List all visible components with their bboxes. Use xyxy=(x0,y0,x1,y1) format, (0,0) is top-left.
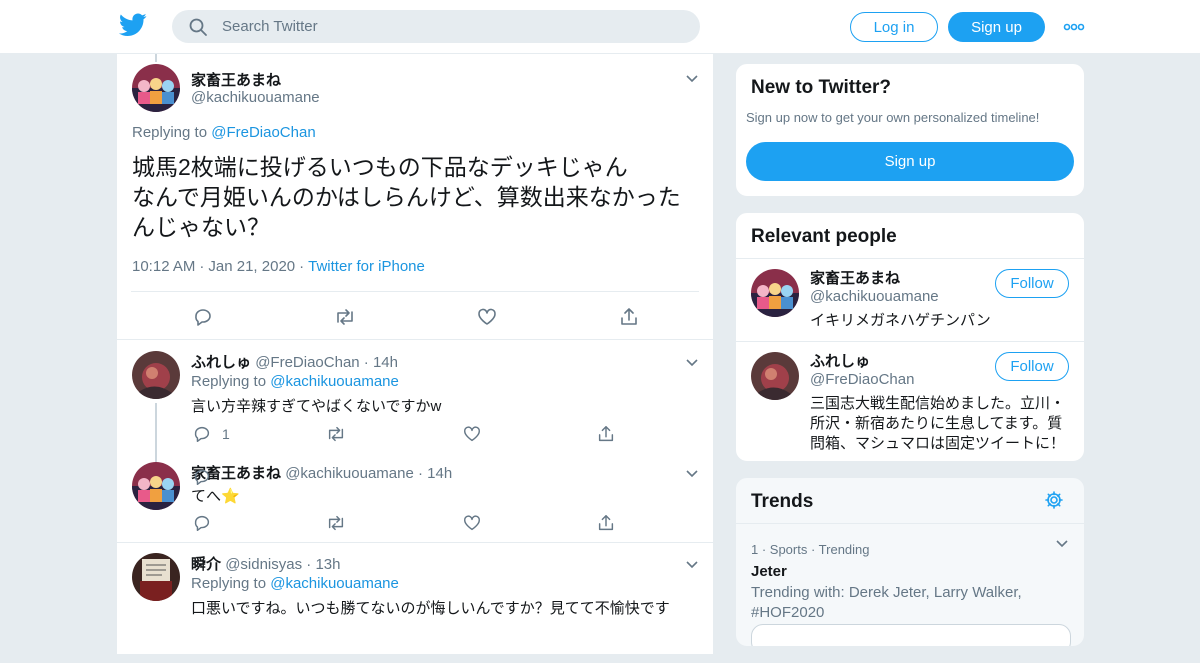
relevant-people-card: Relevant people 家畜王あまね @kachikuouamane イ… xyxy=(735,212,1085,462)
tweet-time[interactable]: 14h xyxy=(373,354,398,371)
chevron-down-icon[interactable] xyxy=(685,468,699,478)
chevron-down-icon[interactable] xyxy=(685,73,699,83)
chevron-down-icon[interactable] xyxy=(1055,538,1069,548)
tweet-time[interactable]: 14h xyxy=(427,465,452,482)
trends-title: Trends xyxy=(751,491,814,512)
gear-icon[interactable] xyxy=(1044,490,1064,510)
reply-icon[interactable] xyxy=(192,306,214,328)
trend-media-card[interactable] xyxy=(751,624,1071,646)
replying-to-link[interactable]: @FreDiaoChan xyxy=(211,124,315,141)
replying-prefix: Replying to xyxy=(191,373,271,390)
like-icon[interactable] xyxy=(462,424,482,444)
person-item[interactable]: ふれしゅ @FreDiaoChan 三国志大戦生配信始めました。立川・所沢・新宿… xyxy=(736,342,1084,461)
reply-author[interactable]: 瞬介 @sidnisyas · 13h xyxy=(191,553,340,574)
retweet-icon[interactable] xyxy=(333,306,357,328)
divider xyxy=(736,523,1084,524)
person-name[interactable]: ふれしゅ xyxy=(810,350,870,371)
tweet-date[interactable]: Jan 21, 2020 xyxy=(208,258,295,275)
tweet-time[interactable]: 13h xyxy=(315,556,340,573)
person-handle[interactable]: @kachikuouamane xyxy=(810,288,939,305)
author-name[interactable]: 家畜王あまね xyxy=(191,69,281,90)
person-bio: イキリメガネハゲチンパン xyxy=(810,312,991,329)
replying-to: Replying to @kachikuouamane xyxy=(191,373,399,390)
login-button[interactable]: Log in xyxy=(850,12,938,42)
avatar[interactable] xyxy=(751,352,799,400)
author-name[interactable]: 瞬介 xyxy=(191,556,221,573)
signup-button[interactable]: Sign up xyxy=(948,12,1045,42)
replying-to: Replying to @kachikuouamane xyxy=(191,575,399,592)
relevant-people-title: Relevant people xyxy=(751,226,897,247)
divider xyxy=(131,291,699,292)
like-icon[interactable] xyxy=(476,306,498,328)
signup-card: New to Twitter? Sign up now to get your … xyxy=(735,63,1085,197)
avatar[interactable] xyxy=(751,269,799,317)
chevron-down-icon[interactable] xyxy=(685,357,699,367)
trend-meta: 1 · Sports · Trending xyxy=(751,542,870,557)
tweet-text: 城馬2枚端に投げるいつもの下品なデッキじゃん なんで月姫いんのかはしらんけど、算… xyxy=(132,154,681,240)
twitter-bird-icon[interactable] xyxy=(118,13,147,39)
share-icon[interactable] xyxy=(618,306,640,328)
replying-to-link[interactable]: @kachikuouamane xyxy=(270,575,399,592)
trends-card: Trends 1 · Sports · Trending Jeter Trend… xyxy=(735,477,1085,647)
reply-author[interactable]: 家畜王あまね @kachikuouamane · 14h xyxy=(191,462,452,483)
reply-button[interactable]: 1 xyxy=(192,424,230,444)
focused-tweet: 家畜王あまね @kachikuouamane Replying to @FreD… xyxy=(117,54,715,340)
reply-icon xyxy=(192,424,212,444)
reply-count: 1 xyxy=(222,426,230,442)
person-item[interactable]: 家畜王あまね @kachikuouamane イキリメガネハゲチンパン Foll… xyxy=(736,259,1084,341)
search-input[interactable] xyxy=(222,18,662,35)
person-name[interactable]: 家畜王あまね xyxy=(810,267,900,288)
timeline-column: 家畜王あまね @kachikuouamane Replying to @FreD… xyxy=(116,54,715,654)
reply-icon[interactable] xyxy=(192,467,212,487)
tweet-source[interactable]: Twitter for iPhone xyxy=(308,258,425,275)
signup-card-subtitle: Sign up now to get your own personalized… xyxy=(746,110,1040,125)
reply-author[interactable]: ふれしゅ @FreDiaoChan · 14h xyxy=(191,351,398,372)
reply-tweet: 瞬介 @sidnisyas · 13h Replying to @kachiku… xyxy=(117,543,715,663)
tweet-text: てへ⭐ xyxy=(191,488,240,505)
author-handle[interactable]: @kachikuouamane xyxy=(191,89,320,106)
reply-tweet: ふれしゅ @FreDiaoChan · 14h Replying to @kac… xyxy=(117,341,715,463)
share-icon[interactable] xyxy=(596,513,616,533)
meta-separator: · xyxy=(299,258,305,275)
author-name[interactable]: ふれしゅ xyxy=(191,354,251,371)
follow-button[interactable]: Follow xyxy=(995,352,1069,381)
signup-wide-button[interactable]: Sign up xyxy=(746,142,1074,181)
follow-button[interactable]: Follow xyxy=(995,269,1069,298)
avatar[interactable] xyxy=(132,351,180,399)
author-handle[interactable]: @sidnisyas xyxy=(225,556,302,573)
avatar[interactable] xyxy=(132,462,180,510)
top-nav: Log in Sign up xyxy=(0,0,1200,54)
trend-subtitle: Trending with: Derek Jeter, Larry Walker… xyxy=(751,584,1022,621)
signup-card-title: New to Twitter? xyxy=(751,77,892,98)
person-bio: 三国志大戦生配信始めました。立川・所沢・新宿あたりに生息してます。質問箱、マシュ… xyxy=(810,395,1066,452)
tweet-meta: 10:12 AM · Jan 21, 2020 · Twitter for iPhone xyxy=(132,258,425,275)
tweet-text: 口悪いですね。いつも勝てないのが悔しいんですか？見てて不愉快です xyxy=(191,600,670,617)
tweet-time[interactable]: 10:12 AM xyxy=(132,258,195,275)
avatar[interactable] xyxy=(132,64,180,112)
avatar[interactable] xyxy=(132,553,180,601)
search-box[interactable] xyxy=(172,10,700,43)
meta-separator: · xyxy=(413,465,428,482)
retweet-icon[interactable] xyxy=(325,424,347,444)
replying-to: Replying to @FreDiaoChan xyxy=(132,124,316,141)
more-options-icon[interactable] xyxy=(1063,20,1085,32)
replying-to-link[interactable]: @kachikuouamane xyxy=(270,373,399,390)
share-icon[interactable] xyxy=(596,424,616,444)
replying-prefix: Replying to xyxy=(191,575,271,592)
chevron-down-icon[interactable] xyxy=(685,559,699,569)
trend-title[interactable]: Jeter xyxy=(751,563,787,580)
meta-separator: · xyxy=(359,354,373,371)
retweet-icon[interactable] xyxy=(325,513,347,533)
author-handle[interactable]: @kachikuouamane xyxy=(285,465,414,482)
tweet-text: 言い方辛辣すぎてやばくないですかw xyxy=(191,398,442,415)
search-icon xyxy=(188,17,208,37)
meta-separator: · xyxy=(302,556,316,573)
reply-icon[interactable] xyxy=(192,513,212,533)
replying-prefix: Replying to xyxy=(132,124,212,141)
author-handle[interactable]: @FreDiaoChan xyxy=(255,354,359,371)
meta-separator: · xyxy=(199,258,205,275)
like-icon[interactable] xyxy=(462,513,482,533)
person-handle[interactable]: @FreDiaoChan xyxy=(810,371,914,388)
